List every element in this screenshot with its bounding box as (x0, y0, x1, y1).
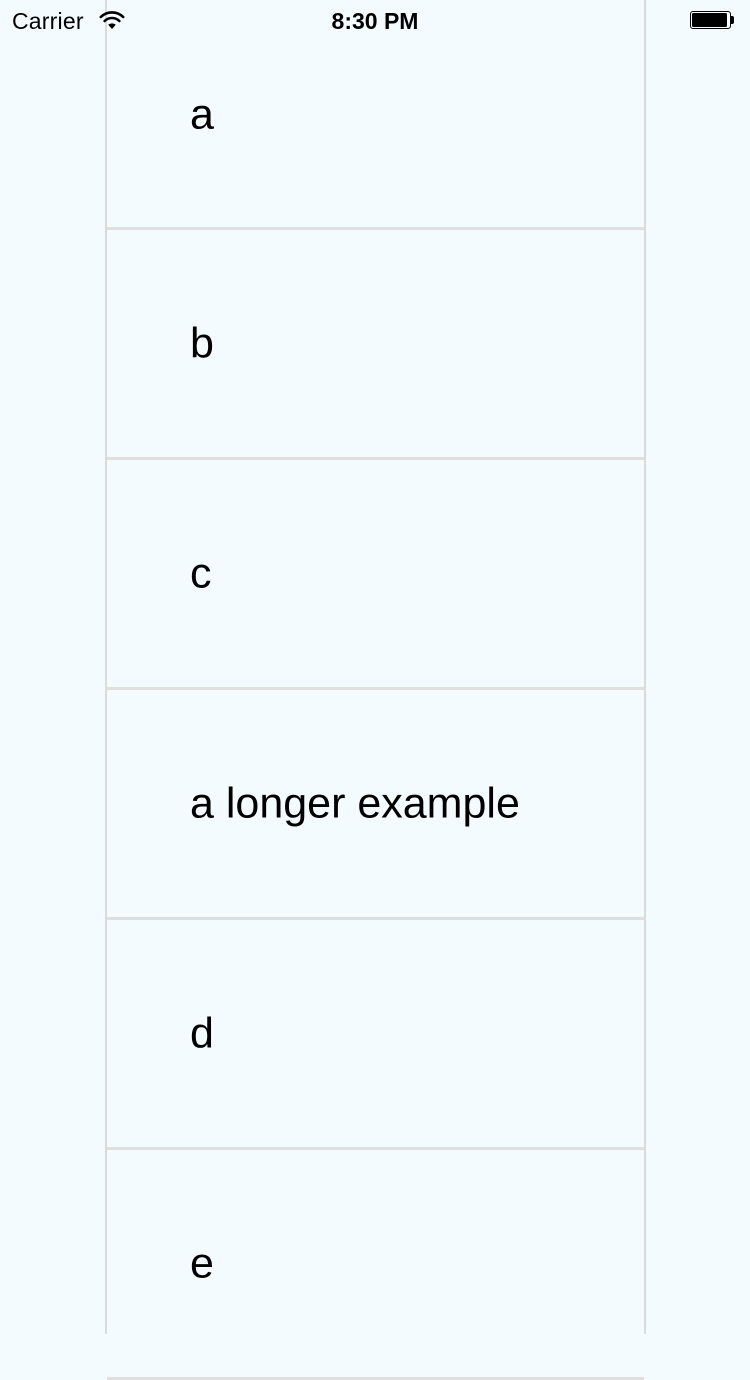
list-item[interactable]: d (107, 920, 644, 1150)
cell-label: d (190, 1009, 214, 1057)
cell-label: e (190, 1239, 214, 1287)
battery-icon (690, 11, 736, 31)
cell-label: b (190, 319, 214, 367)
table-view[interactable]: a b c a longer example d e (105, 0, 646, 1380)
cell-label: a (190, 90, 214, 139)
cell-label: a longer example (190, 779, 520, 827)
status-time: 8:30 PM (331, 8, 419, 34)
list-item[interactable]: e (107, 1150, 644, 1380)
status-bar: Carrier 8:30 PM (0, 0, 750, 40)
list-item[interactable]: b (107, 230, 644, 460)
list-item[interactable]: c (107, 460, 644, 690)
list-item[interactable]: a longer example (107, 690, 644, 920)
cell-label: c (190, 549, 212, 597)
